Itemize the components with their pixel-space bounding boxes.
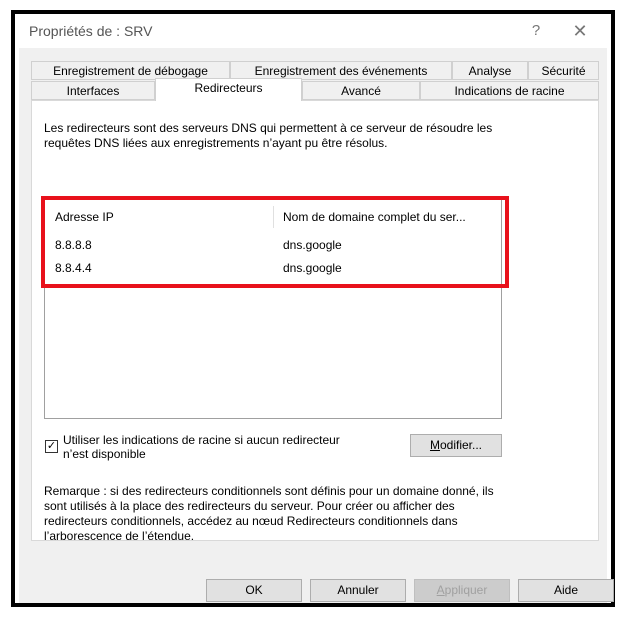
column-header-ip[interactable]: Adresse IP [55, 206, 114, 228]
help-button[interactable]: Aide [518, 579, 614, 602]
tab-monitoring[interactable]: Analyse [452, 61, 528, 80]
apply-button[interactable]: Appliquer [414, 579, 510, 602]
row-ip: 8.8.4.4 [55, 261, 92, 275]
tab-interfaces[interactable]: Interfaces [31, 81, 155, 100]
title-bar: Propriétés de : SRV ? ✕ [19, 14, 607, 48]
cancel-button[interactable]: Annuler [310, 579, 406, 602]
tab-advanced[interactable]: Avancé [302, 81, 420, 100]
column-header-fqdn[interactable]: Nom de domaine complet du ser... [283, 206, 466, 228]
apply-mnemonic: A [436, 583, 445, 597]
use-root-hints-checkbox[interactable]: ✓ [45, 440, 58, 453]
conditional-forwarders-note: Remarque : si des redirecteurs condition… [44, 484, 494, 543]
ok-button[interactable]: OK [206, 579, 302, 602]
help-icon[interactable]: ? [524, 20, 548, 42]
row-ip: 8.8.8.8 [55, 238, 92, 252]
apply-label: ppliquer [444, 583, 488, 597]
row-fqdn: dns.google [283, 238, 342, 252]
forwarders-list[interactable]: Adresse IP Nom de domaine complet du ser… [44, 197, 502, 419]
tab-root-hints[interactable]: Indications de racine [420, 81, 599, 100]
column-separator[interactable] [273, 206, 274, 228]
row-fqdn: dns.google [283, 261, 342, 275]
forwarders-description: Les redirecteurs sont des serveurs DNS q… [44, 121, 493, 150]
tab-security[interactable]: Sécurité [528, 61, 599, 80]
window-title: Propriétés de : SRV [29, 23, 153, 39]
close-icon[interactable]: ✕ [567, 20, 593, 42]
edit-button[interactable]: Modifier... [410, 434, 502, 457]
use-root-hints-label[interactable]: Utiliser les indications de racine si au… [63, 433, 363, 461]
edit-mnemonic: M [429, 438, 440, 452]
tab-forwarders[interactable]: Redirecteurs [155, 78, 302, 101]
edit-label: odifier... [439, 438, 483, 452]
